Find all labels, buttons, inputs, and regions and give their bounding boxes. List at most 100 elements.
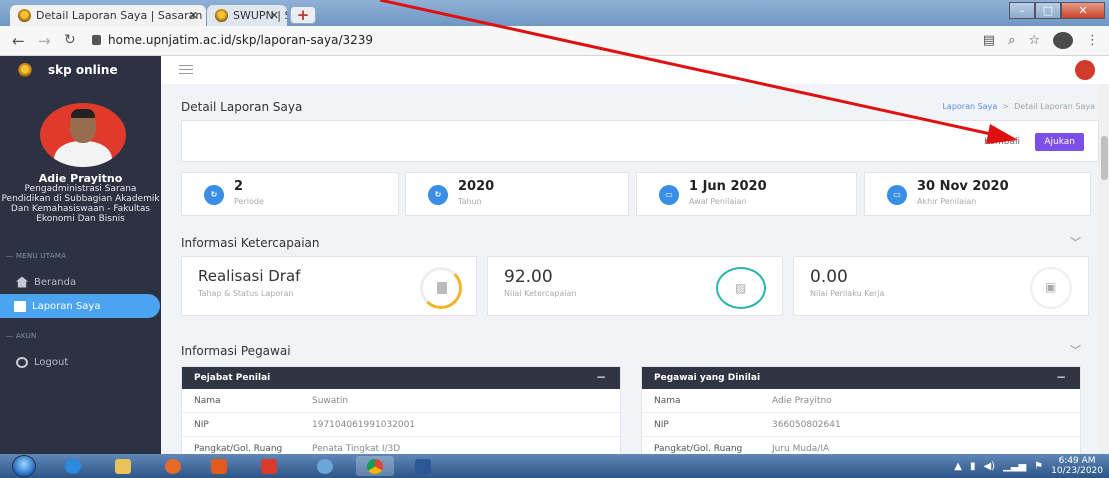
word-icon[interactable] xyxy=(404,456,442,476)
zoom-icon[interactable]: ⌕ xyxy=(1008,33,1015,48)
chevron-down-icon[interactable]: ﹀ xyxy=(1070,234,1081,250)
kpi-label: Nilai Perilaku Kerja xyxy=(810,289,885,298)
sidebar-item-laporan-saya[interactable]: Laporan Saya xyxy=(0,294,160,318)
table-row: NIP 366050802641 xyxy=(642,413,1080,437)
file-icon xyxy=(437,282,447,294)
sidebar: skp online Adie Prayitno Pengadministras… xyxy=(0,56,161,454)
user-role: Pengadministrasi Sarana Pendidikan di Su… xyxy=(1,184,160,224)
close-icon[interactable]: ✕ xyxy=(189,9,198,22)
browser-tab-bar: Detail Laporan Saya | Sasaran Kin ✕ SWUP… xyxy=(0,0,1109,26)
clock[interactable]: 6:49 AM 10/23/2020 xyxy=(1051,456,1103,476)
close-window-icon[interactable]: ✕ xyxy=(1061,2,1105,19)
monitor-icon: ▣ xyxy=(1045,280,1057,294)
row-value: 197104061991032001 xyxy=(312,420,416,430)
maximize-icon[interactable]: □ xyxy=(1035,2,1061,19)
kpi-value: 0.00 xyxy=(810,267,848,287)
sidebar-item-beranda[interactable]: Beranda xyxy=(8,270,153,294)
signal-icon[interactable]: ▁▃▅ xyxy=(1003,461,1026,472)
kembali-button[interactable]: Kembali xyxy=(976,133,1028,151)
panel-pegawai-dinilai: Pegawai yang Dinilai − Nama Adie Prayitn… xyxy=(641,366,1081,454)
refresh-icon: ↻ xyxy=(428,185,448,205)
user-avatar[interactable] xyxy=(1075,60,1095,80)
stat-label: Periode xyxy=(234,197,264,206)
browser-toolbar-icons: ▤ ⌕ ☆ ⋮ xyxy=(983,32,1099,49)
calendar-icon: ▭ xyxy=(887,185,907,205)
star-icon[interactable]: ☆ xyxy=(1028,33,1040,48)
kpi-value: 92.00 xyxy=(504,267,553,287)
main-content: Detail Laporan Saya Laporan Saya > Detai… xyxy=(161,56,1109,454)
account-section-label: — AKUN xyxy=(6,332,37,340)
breadcrumb-separator: > xyxy=(1002,102,1010,111)
tray-arrow-icon[interactable]: ▲ xyxy=(954,461,962,472)
firefox-icon[interactable] xyxy=(154,456,192,476)
hamburger-menu-icon[interactable] xyxy=(179,65,193,77)
browser-address-bar: ← → ↻ home.upnjatim.ac.id/skp/laporan-sa… xyxy=(0,26,1109,56)
network-icon[interactable]: ▮ xyxy=(970,461,976,472)
row-key: Nama xyxy=(654,396,681,406)
stat-label: Awal Penilaian xyxy=(689,197,747,206)
menu-section-label: — MENU UTAMA xyxy=(6,252,67,260)
chevron-down-icon[interactable]: ﹀ xyxy=(1070,342,1081,358)
site-favicon-icon xyxy=(18,9,31,22)
ajukan-button[interactable]: Ajukan xyxy=(1035,133,1084,151)
sidebar-item-label: Laporan Saya xyxy=(32,300,101,312)
new-tab-button[interactable]: + xyxy=(290,6,316,24)
clock-time: 6:49 AM xyxy=(1058,456,1096,466)
sidebar-item-label: Logout xyxy=(34,356,69,368)
app-icon[interactable] xyxy=(250,456,288,476)
translate-icon[interactable]: ▤ xyxy=(983,33,995,48)
media-player-icon[interactable] xyxy=(200,456,238,476)
row-value: Penata Tingkat I/3D xyxy=(312,444,401,454)
menu-dots-icon[interactable]: ⋮ xyxy=(1086,33,1099,48)
top-navbar xyxy=(161,56,1109,84)
row-value: 366050802641 xyxy=(772,420,841,430)
minimize-panel-icon[interactable]: − xyxy=(596,370,606,384)
system-tray: ▲ ▮ ◀) ▁▃▅ ⚑ 6:49 AM 10/23/2020 xyxy=(954,456,1103,476)
kpi-card-nilai-ketercapaian: 92.00 Nilai Ketercapaian ▨ xyxy=(487,256,783,316)
progress-ring xyxy=(420,267,462,309)
page-scrollbar[interactable] xyxy=(1099,84,1109,454)
kpi-card-tahap-status: Realisasi Draf Tahap & Status Laporan xyxy=(181,256,477,316)
start-button-icon[interactable] xyxy=(12,455,36,477)
profile-avatar-icon[interactable] xyxy=(1053,32,1073,49)
site-favicon-icon xyxy=(215,9,228,22)
sidebar-item-logout[interactable]: Logout xyxy=(8,350,153,374)
document-icon xyxy=(14,300,26,312)
ie-browser-icon[interactable] xyxy=(54,456,92,476)
forward-arrow-icon[interactable]: → xyxy=(38,32,51,50)
browser-tab-swupn[interactable]: SWUPN | Single Window UPN "V ✕ xyxy=(207,5,287,26)
panel-header: Pejabat Penilai − xyxy=(182,367,620,389)
back-arrow-icon[interactable]: ← xyxy=(12,32,25,50)
row-key: Pangkat/Gol. Ruang xyxy=(194,444,283,454)
minimize-icon[interactable]: – xyxy=(1009,2,1035,19)
breadcrumb: Laporan Saya > Detail Laporan Saya xyxy=(942,102,1095,111)
calendar-icon: ▭ xyxy=(659,185,679,205)
url-text: home.upnjatim.ac.id/skp/laporan-saya/323… xyxy=(108,33,374,47)
stat-value: 30 Nov 2020 xyxy=(917,179,1009,194)
section-title-pegawai: Informasi Pegawai xyxy=(181,344,291,358)
panel-pejabat-penilai: Pejabat Penilai − Nama Suwatin NIP 19710… xyxy=(181,366,621,454)
kpi-card-nilai-perilaku: 0.00 Nilai Perilaku Kerja ▣ xyxy=(793,256,1089,316)
paint-icon[interactable] xyxy=(306,456,344,476)
reload-icon[interactable]: ↻ xyxy=(64,32,76,48)
kpi-value: Realisasi Draf xyxy=(198,267,301,285)
window-controls: – □ ✕ xyxy=(1009,2,1105,19)
breadcrumb-link-laporan-saya[interactable]: Laporan Saya xyxy=(942,102,997,111)
home-icon xyxy=(16,276,28,288)
chrome-icon[interactable] xyxy=(356,456,394,476)
url-field[interactable]: home.upnjatim.ac.id/skp/laporan-saya/323… xyxy=(92,33,373,47)
sidebar-item-label: Beranda xyxy=(34,276,77,288)
file-explorer-icon[interactable] xyxy=(104,456,142,476)
flag-icon[interactable]: ⚑ xyxy=(1034,461,1043,472)
stat-card-akhir-penilaian: ▭ 30 Nov 2020 Akhir Penilaian xyxy=(864,172,1091,216)
volume-icon[interactable]: ◀) xyxy=(983,461,995,472)
row-key: Nama xyxy=(194,396,221,406)
panel-header-title: Pegawai yang Dinilai xyxy=(654,373,761,383)
browser-tab-detail-laporan[interactable]: Detail Laporan Saya | Sasaran Kin ✕ xyxy=(10,5,206,26)
progress-ring: ▣ xyxy=(1030,267,1072,309)
section-title-ketercapaian: Informasi Ketercapaian xyxy=(181,236,320,250)
minimize-panel-icon[interactable]: − xyxy=(1056,370,1066,384)
os-taskbar: ▲ ▮ ◀) ▁▃▅ ⚑ 6:49 AM 10/23/2020 xyxy=(0,454,1109,478)
brand[interactable]: skp online xyxy=(0,56,161,84)
close-icon[interactable]: ✕ xyxy=(270,9,279,22)
